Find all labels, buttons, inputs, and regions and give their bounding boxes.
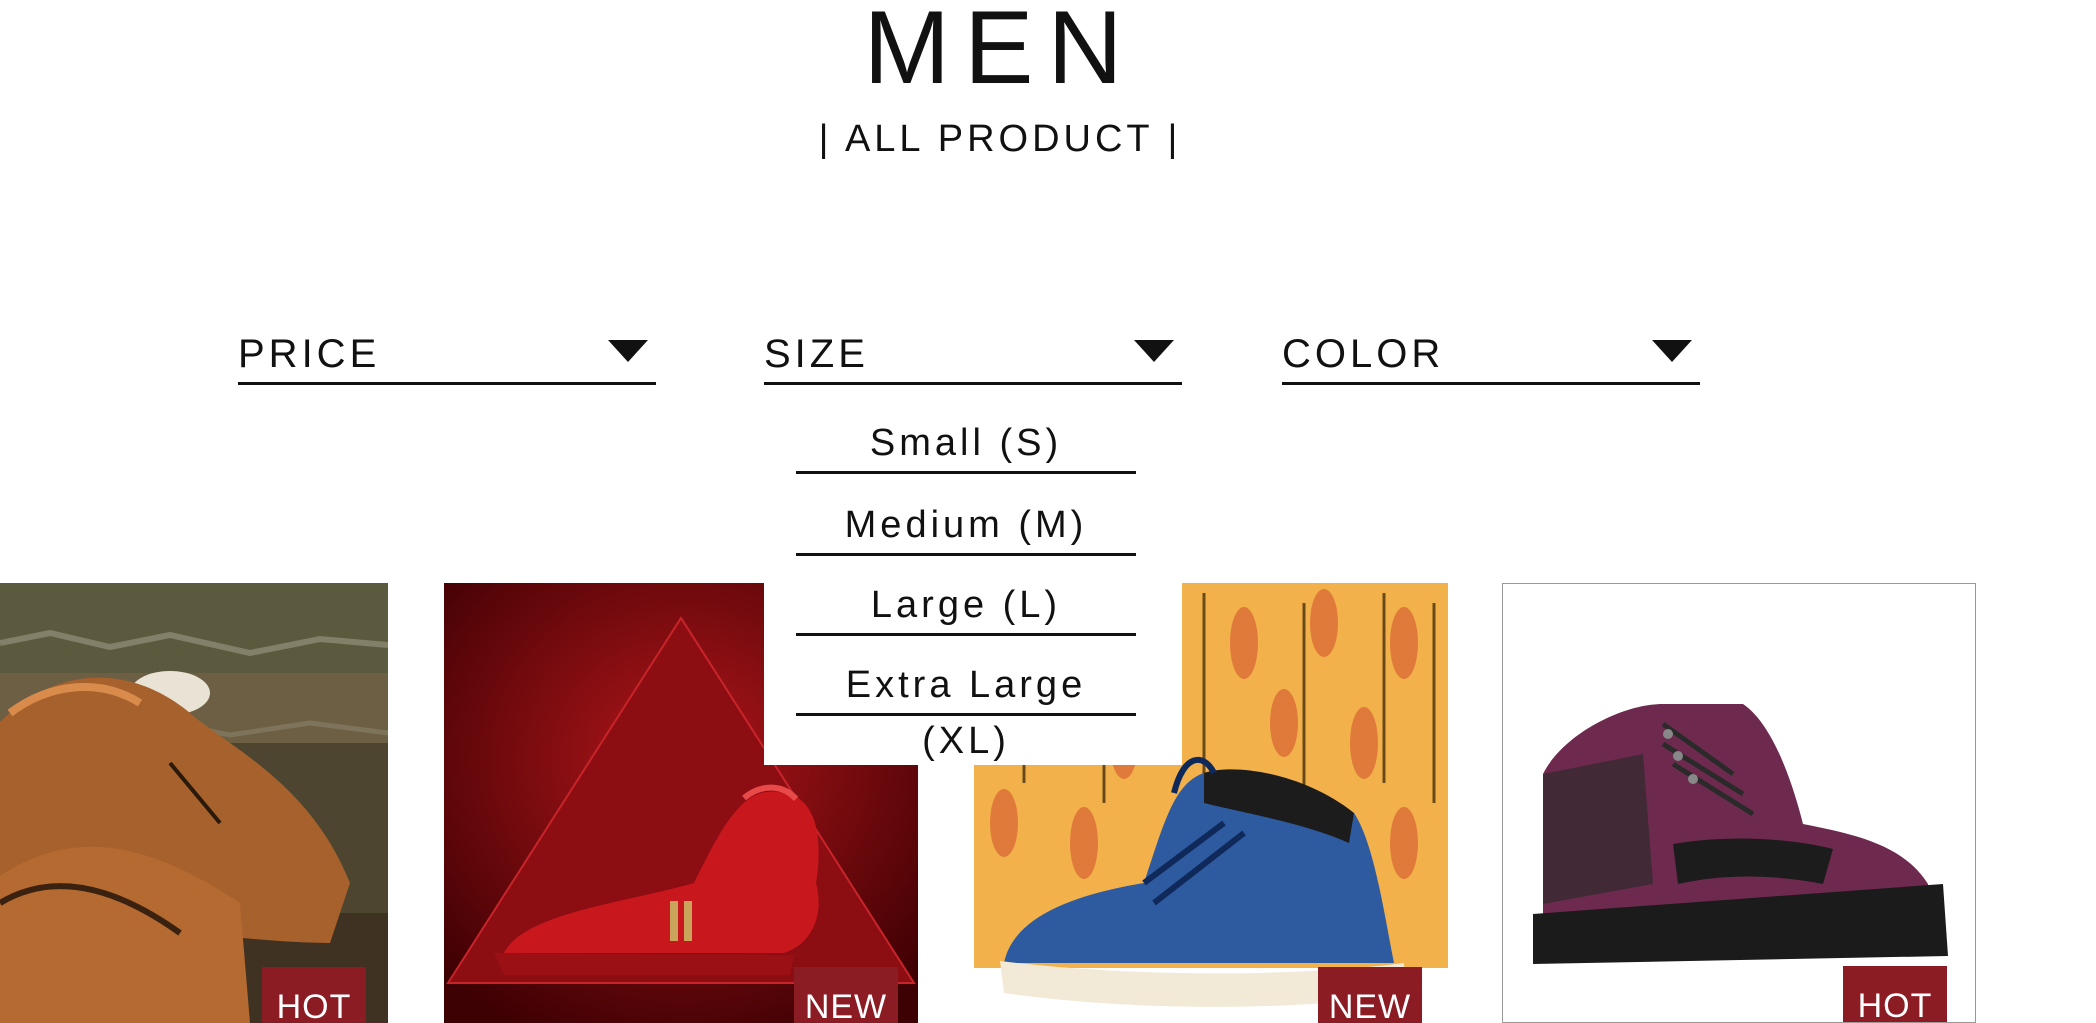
color-filter-label: COLOR — [1282, 332, 1445, 376]
purple-black-hiking-boot-image — [1503, 584, 1975, 1022]
size-filter-label: SIZE — [764, 332, 869, 376]
hot-badge: HOT — [262, 967, 366, 1023]
product-card[interactable]: HOT — [0, 583, 388, 1023]
size-option-medium[interactable]: Medium (M) — [796, 497, 1136, 556]
page-title: MEN — [863, 0, 1137, 106]
new-badge: NEW — [794, 967, 898, 1023]
caret-down-icon[interactable] — [1652, 340, 1692, 362]
size-dropdown-menu: Small (S) Medium (M) Large (L) Extra Lar… — [764, 385, 1182, 765]
brown-leather-brogue-shoes-image — [0, 583, 388, 1023]
size-option-large[interactable]: Large (L) — [796, 577, 1136, 636]
size-option-small[interactable]: Small (S) — [796, 415, 1136, 474]
size-option-extra-large[interactable]: Extra Large (XL) — [796, 657, 1136, 762]
price-filter-dropdown[interactable]: PRICE — [238, 322, 656, 385]
size-filter-dropdown[interactable]: SIZE — [764, 322, 1182, 385]
caret-down-icon[interactable] — [1134, 340, 1174, 362]
page-subtitle: | ALL PRODUCT | — [818, 118, 1182, 160]
color-filter-dropdown[interactable]: COLOR — [1282, 322, 1700, 385]
price-filter-label: PRICE — [238, 332, 381, 376]
product-card[interactable]: HOT — [1502, 583, 1976, 1023]
caret-down-icon[interactable] — [608, 340, 648, 362]
new-badge: NEW — [1318, 967, 1422, 1023]
